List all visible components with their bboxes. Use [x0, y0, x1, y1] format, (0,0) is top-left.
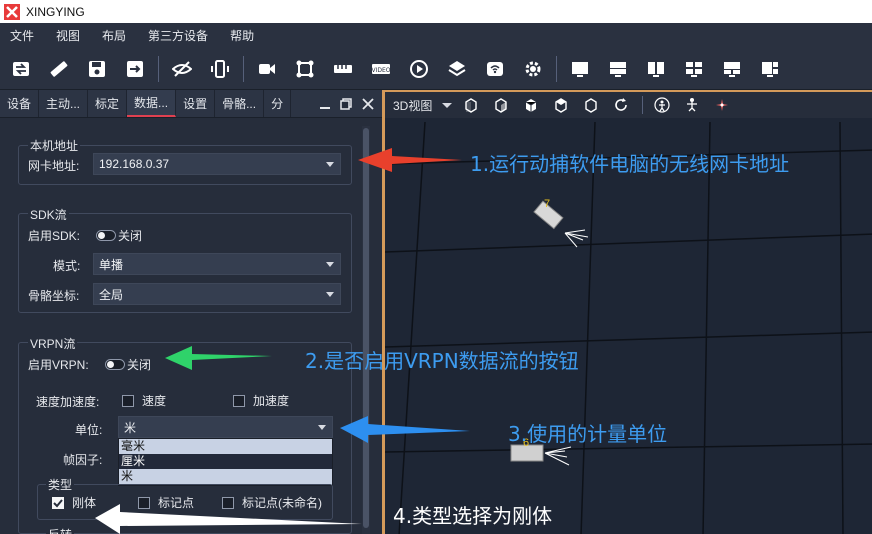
arrow-green — [165, 346, 272, 370]
arrow-blue — [340, 416, 470, 443]
arrow-white — [95, 504, 362, 534]
annotation-arrows — [95, 148, 470, 534]
annotation-3: 3.使用的计量单位 — [508, 422, 668, 446]
annotation-1: 1.运行动捕软件电脑的无线网卡地址 — [470, 152, 790, 176]
arrow-red — [358, 148, 462, 172]
annotation-2: 2.是否启用VRPN数据流的按钮 — [305, 349, 579, 373]
annotation-4: 4.类型选择为刚体 — [393, 504, 553, 528]
